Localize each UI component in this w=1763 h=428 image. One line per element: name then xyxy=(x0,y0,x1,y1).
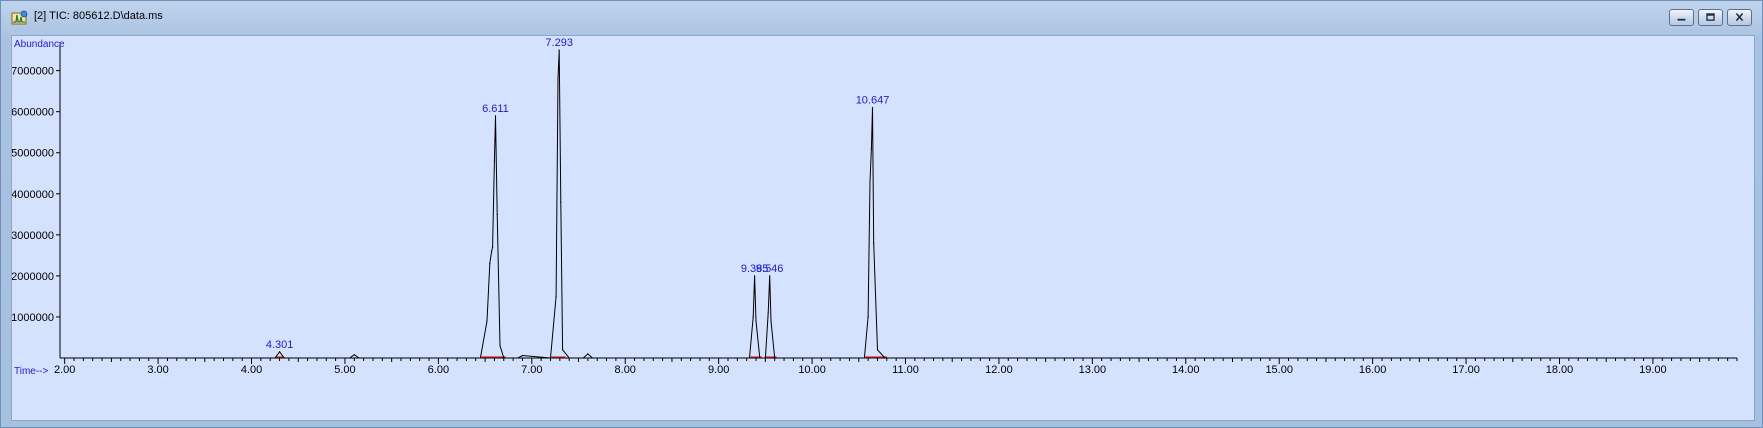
restore-button[interactable] xyxy=(1698,9,1723,26)
x-tick-label: 4.00 xyxy=(241,364,262,376)
chromatogram-app-icon xyxy=(11,10,28,25)
x-tick-label: 14.00 xyxy=(1172,364,1200,376)
x-tick-label: 2.00 xyxy=(54,364,75,376)
x-tick-label: 7.00 xyxy=(521,364,542,376)
x-axis-title: Time--> xyxy=(14,366,49,377)
tic-data-point xyxy=(494,115,497,117)
tic-data-point xyxy=(491,250,493,252)
minimize-icon xyxy=(1677,18,1686,21)
y-tick-label: 6000000 xyxy=(12,107,54,119)
tic-data-point xyxy=(491,246,494,248)
tic-data-point xyxy=(871,106,874,109)
x-tick-label: 12.00 xyxy=(985,364,1013,376)
tic-data-point xyxy=(754,275,756,277)
tic-data-point xyxy=(558,49,560,51)
tic-data-point xyxy=(870,148,873,150)
x-tick-label: 9.00 xyxy=(708,364,729,376)
tic-data-point xyxy=(555,295,557,298)
y-tick-label: 3000000 xyxy=(12,230,54,242)
tic-data-point xyxy=(869,180,871,183)
tic-data-point xyxy=(876,349,879,351)
minimize-button[interactable] xyxy=(1669,9,1694,26)
x-tick-label: 3.00 xyxy=(147,364,168,376)
y-tick-label: 2000000 xyxy=(12,271,54,283)
tic-data-point xyxy=(770,320,772,322)
x-tick-label: 6.00 xyxy=(428,364,449,376)
y-tick-label: 1000000 xyxy=(12,312,54,324)
tic-data-point xyxy=(278,351,281,353)
window-title: [2] TIC: 805612.D\data.ms xyxy=(34,10,163,22)
x-tick-label: 15.00 xyxy=(1265,364,1293,376)
close-button[interactable] xyxy=(1727,9,1752,26)
title-bar[interactable]: [2] TIC: 805612.D\data.ms xyxy=(1,1,1762,35)
tic-data-point xyxy=(752,316,754,318)
tic-data-point xyxy=(873,242,875,244)
tic-data-point xyxy=(755,320,757,322)
peak-rt-label: 9.546 xyxy=(756,263,784,275)
x-tick-label: 18.00 xyxy=(1546,364,1574,376)
peak-labels: 4.3016.6117.2939.3859.54610.647 xyxy=(266,37,889,351)
chromatogram-plot[interactable]: 1000000 2000000 3000000 4000000 5000000 60000… xyxy=(11,35,1755,421)
chromatogram-chart: 1000000 2000000 3000000 4000000 5000000 60000… xyxy=(12,37,1738,377)
tic-data-point xyxy=(353,354,355,356)
x-tick-label: 5.00 xyxy=(334,364,355,376)
peak-rt-label: 10.647 xyxy=(856,95,890,107)
tic-data-point xyxy=(562,349,564,351)
y-axis-title: Abundance xyxy=(14,39,65,50)
tic-data-point xyxy=(560,201,562,203)
tic-data-point xyxy=(521,354,524,357)
tic-series-line xyxy=(60,50,1737,359)
tic-data-point xyxy=(499,345,501,347)
chromatogram-window: [2] TIC: 805612.D\data.ms 1000000 2000000… xyxy=(0,0,1763,428)
tic-trace xyxy=(60,49,1737,359)
y-tick-label: 7000000 xyxy=(12,66,54,78)
x-tick-label: 13.00 xyxy=(1079,364,1107,376)
close-icon xyxy=(1735,13,1744,22)
peak-rt-label: 6.611 xyxy=(482,103,509,115)
peak-rt-label: 7.293 xyxy=(545,37,573,49)
tic-data-point xyxy=(767,312,769,314)
tic-data-point xyxy=(769,275,771,277)
restore-icon xyxy=(1706,13,1715,21)
x-tick-label: 17.00 xyxy=(1452,364,1480,376)
peak-rt-label: 4.301 xyxy=(266,339,294,351)
x-tick-label: 10.00 xyxy=(798,364,826,376)
y-tick-label: 5000000 xyxy=(12,148,54,160)
tic-data-point xyxy=(867,316,869,318)
tic-data-point xyxy=(493,160,496,162)
tic-data-point xyxy=(557,78,559,80)
axes: 1000000 2000000 3000000 4000000 5000000 60000… xyxy=(12,42,1738,376)
x-tick-label: 8.00 xyxy=(615,364,636,376)
x-tick-label: 11.00 xyxy=(892,364,919,376)
tic-data-point xyxy=(486,320,488,322)
tic-data-point xyxy=(496,213,498,215)
x-tick-label: 19.00 xyxy=(1639,364,1667,376)
tic-data-point xyxy=(587,353,589,355)
tic-data-point xyxy=(489,262,491,265)
x-tick-label: 16.00 xyxy=(1359,364,1387,376)
y-tick-label: 4000000 xyxy=(12,189,54,201)
